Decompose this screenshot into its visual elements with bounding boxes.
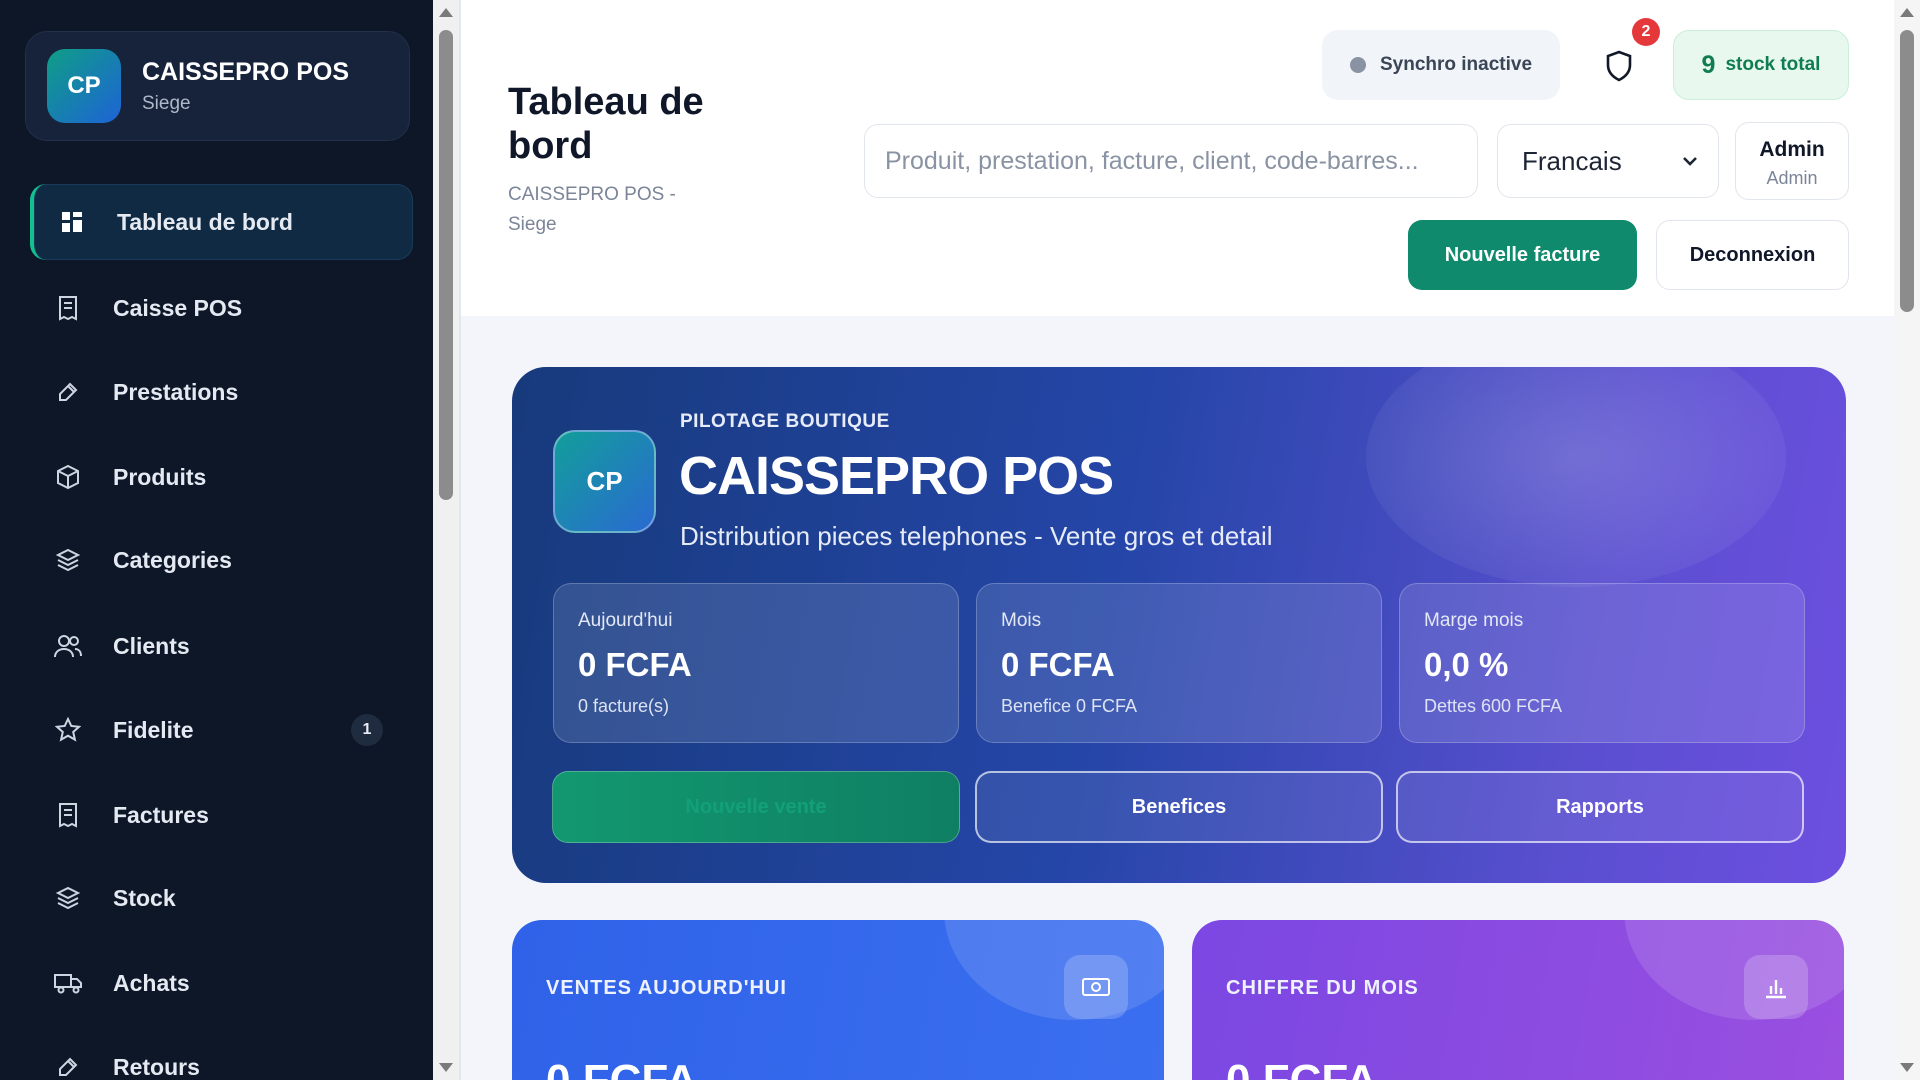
- reports-button[interactable]: Rapports: [1396, 771, 1804, 843]
- sidebar-item-label: Achats: [113, 969, 190, 996]
- sidebar-item-label: Prestations: [113, 378, 239, 405]
- star-icon: [48, 717, 88, 743]
- stat-value: 0 FCFA: [1001, 646, 1115, 683]
- kpi-card-sales-today: VENTES AUJOURD'HUI 0 FCFA: [512, 920, 1164, 1080]
- new-sale-button[interactable]: Nouvelle vente: [552, 771, 960, 843]
- stat-note: 0 facture(s): [578, 696, 670, 716]
- stock-count: 9: [1701, 50, 1716, 79]
- stock-total-badge[interactable]: 9 stock total: [1673, 30, 1849, 100]
- sidebar-item-stock[interactable]: Stock: [30, 860, 413, 936]
- sidebar-item-label: Categories: [113, 546, 232, 573]
- hero-description: Distribution pieces telephones - Vente g…: [680, 521, 1273, 551]
- stock-label: stock total: [1725, 54, 1821, 75]
- kpi-label: CHIFFRE DU MOIS: [1226, 977, 1419, 999]
- user-role: Admin: [1766, 168, 1818, 188]
- kpi-card-month-revenue: CHIFFRE DU MOIS 0 FCFA: [1192, 920, 1844, 1080]
- sidebar-item-prestations[interactable]: Prestations: [30, 354, 413, 430]
- sidebar-item-label: Stock: [113, 884, 176, 911]
- status-dot-icon: [1349, 57, 1366, 73]
- sidebar: CP CAISSEPRO POS Siege Tableau de bord C…: [0, 0, 433, 1080]
- scroll-down-icon[interactable]: [1900, 1063, 1914, 1072]
- user-name: Admin: [1759, 138, 1825, 161]
- top-header: Tableau de bord CAISSEPRO POS - Siege Sy…: [461, 0, 1894, 316]
- stat-label: Aujourd'hui: [578, 610, 673, 631]
- sidebar-item-label: Factures: [113, 801, 209, 828]
- bar-chart-icon: [1744, 955, 1808, 1019]
- brand-name: CAISSEPRO POS: [142, 57, 349, 86]
- stat-card-margin: Marge mois 0,0 % Dettes 600 FCFA: [1399, 583, 1805, 743]
- sidebar-item-label: Clients: [113, 632, 190, 659]
- kpi-label: VENTES AUJOURD'HUI: [546, 977, 787, 999]
- chevron-down-icon: [1680, 149, 1700, 180]
- notification-badge: 2: [1632, 18, 1660, 46]
- page-title: Tableau de bord: [508, 81, 704, 167]
- sidebar-item-retours[interactable]: Retours: [30, 1029, 413, 1080]
- language-select[interactable]: Francais: [1497, 124, 1719, 198]
- scrollbar-thumb[interactable]: [439, 30, 453, 500]
- hero-logo: CP: [553, 430, 656, 533]
- kpi-value: 0 FCFA: [546, 1056, 698, 1080]
- language-value: Francais: [1522, 145, 1622, 176]
- stat-label: Mois: [1001, 610, 1042, 631]
- sidebar-item-label: Produits: [113, 463, 207, 490]
- count-badge: 1: [351, 714, 383, 746]
- scrollbar-thumb[interactable]: [1900, 30, 1914, 312]
- layers-icon: [48, 885, 88, 911]
- sidebar-item-categories[interactable]: Categories: [30, 522, 413, 598]
- scroll-up-icon[interactable]: [1900, 8, 1914, 17]
- brand-card[interactable]: CP CAISSEPRO POS Siege: [25, 31, 410, 141]
- receipt-icon: [48, 295, 88, 321]
- profits-button[interactable]: Benefices: [975, 771, 1383, 843]
- sidebar-item-produits[interactable]: Produits: [30, 439, 413, 515]
- hero-kicker: PILOTAGE BOUTIQUE: [680, 411, 890, 432]
- sidebar-item-clients[interactable]: Clients: [30, 608, 413, 684]
- scroll-down-icon[interactable]: [439, 1063, 453, 1072]
- new-invoice-button[interactable]: Nouvelle facture: [1408, 220, 1637, 290]
- sidebar-item-label: Tableau de bord: [117, 208, 293, 235]
- truck-icon: [48, 971, 88, 995]
- scroll-up-icon[interactable]: [439, 8, 453, 17]
- box-icon: [48, 464, 88, 490]
- sidebar-item-factures[interactable]: Factures: [30, 777, 413, 853]
- page-subtitle: CAISSEPRO POS - Siege: [508, 184, 676, 235]
- sidebar-item-achats[interactable]: Achats: [30, 945, 413, 1021]
- hero-title: CAISSEPRO POS: [679, 446, 1114, 506]
- stat-card-month: Mois 0 FCFA Benefice 0 FCFA: [976, 583, 1382, 743]
- wrench-icon: [48, 380, 88, 404]
- user-menu[interactable]: Admin Admin: [1735, 122, 1849, 200]
- sidebar-item-label: Retours: [113, 1053, 200, 1080]
- stat-note: Dettes 600 FCFA: [1424, 696, 1563, 716]
- stat-label: Marge mois: [1424, 610, 1524, 631]
- shield-icon[interactable]: [1599, 46, 1639, 86]
- sidebar-scrollbar[interactable]: [433, 0, 459, 1080]
- dashboard-icon: [52, 210, 92, 234]
- sidebar-item-tableau-de-bord[interactable]: Tableau de bord: [30, 184, 413, 260]
- stat-card-today: Aujourd'hui 0 FCFA 0 facture(s): [553, 583, 959, 743]
- stat-value: 0 FCFA: [578, 646, 692, 683]
- main-scrollbar[interactable]: [1894, 0, 1920, 1080]
- logout-button[interactable]: Deconnexion: [1656, 220, 1849, 290]
- cash-icon: [1064, 955, 1128, 1019]
- wrench-icon: [48, 1055, 88, 1079]
- hero-card: CP PILOTAGE BOUTIQUE CAISSEPRO POS Distr…: [512, 367, 1846, 883]
- layers-icon: [48, 547, 88, 573]
- search-input[interactable]: [864, 124, 1478, 198]
- sync-status-label: Synchro inactive: [1379, 54, 1533, 75]
- kpi-value: 0 FCFA: [1226, 1056, 1378, 1080]
- users-icon: [48, 633, 88, 659]
- brand-logo: CP: [47, 49, 121, 123]
- sync-status[interactable]: Synchro inactive: [1322, 30, 1560, 100]
- brand-subtitle: Siege: [142, 92, 191, 114]
- sidebar-item-fidelite[interactable]: Fidelite 1: [30, 692, 413, 768]
- stat-value: 0,0 %: [1424, 646, 1509, 683]
- sidebar-item-caisse-pos[interactable]: Caisse POS: [30, 270, 413, 346]
- sidebar-item-label: Caisse POS: [113, 294, 243, 321]
- receipt-icon: [48, 802, 88, 828]
- stat-note: Benefice 0 FCFA: [1001, 696, 1138, 716]
- sidebar-item-label: Fidelite: [113, 716, 194, 743]
